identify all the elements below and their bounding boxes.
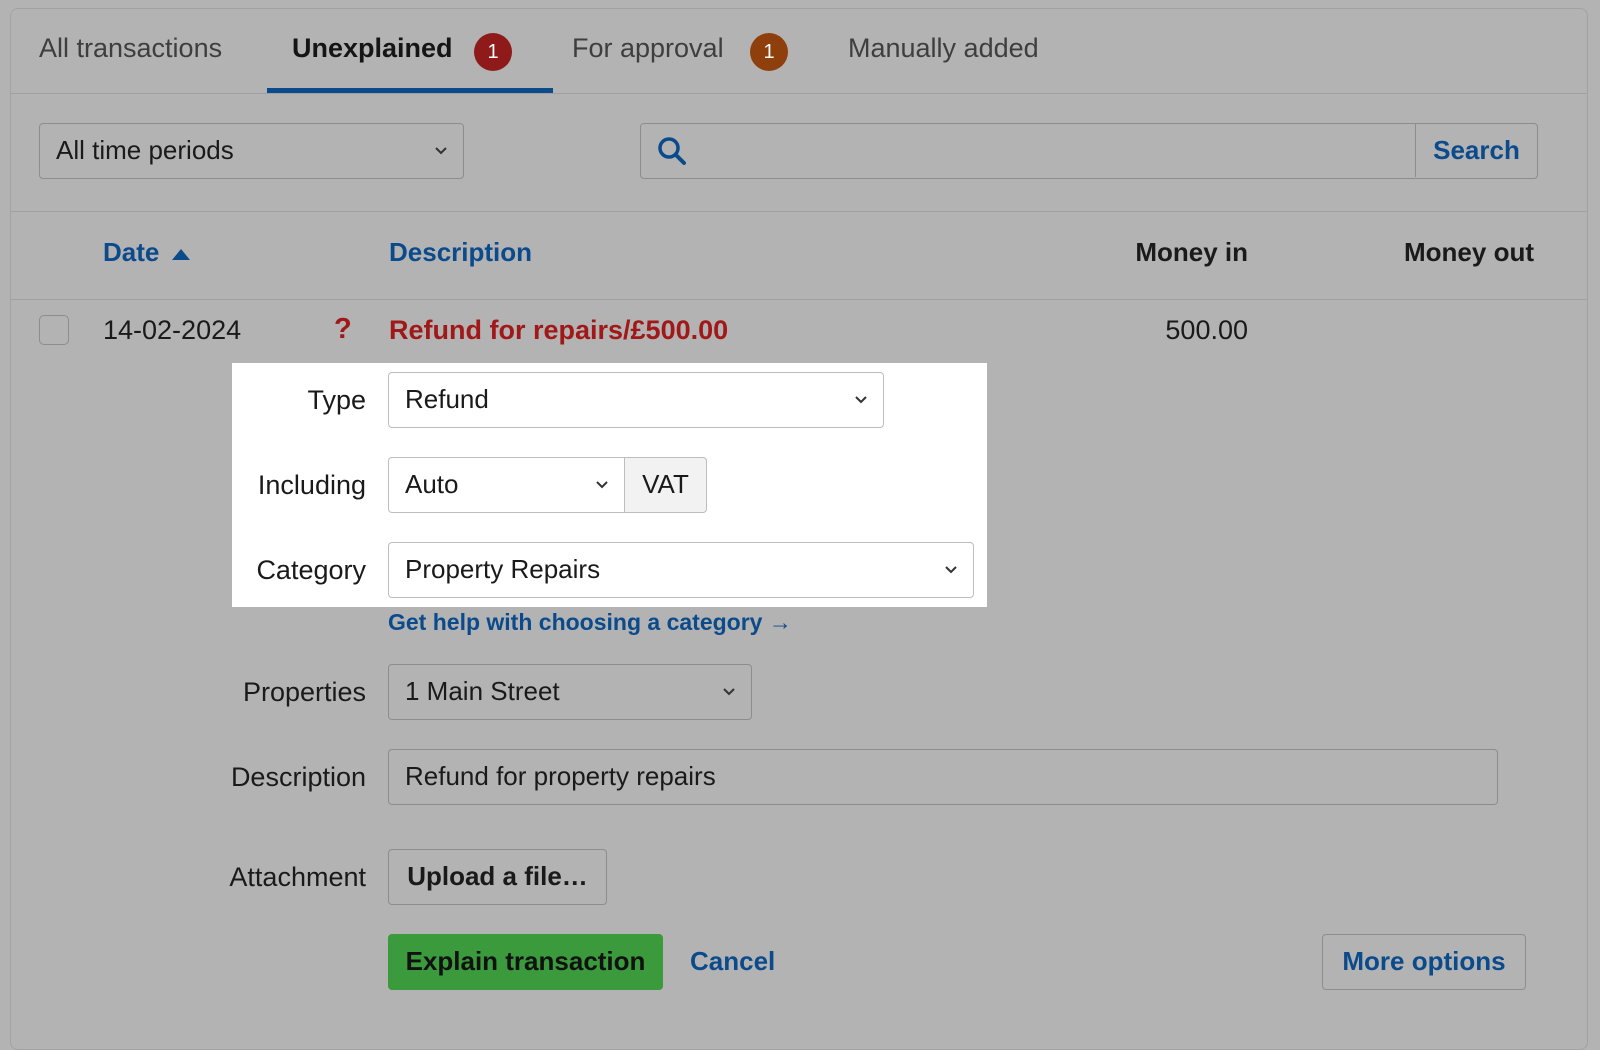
description-input-value: Refund for property repairs bbox=[405, 761, 716, 791]
sort-ascending-icon bbox=[171, 249, 190, 260]
time-period-value: All time periods bbox=[56, 135, 234, 165]
category-select[interactable]: Property Repairs bbox=[388, 542, 974, 598]
description-label: Description bbox=[230, 762, 366, 792]
upload-file-button[interactable]: Upload a file… bbox=[388, 849, 607, 905]
transaction-description[interactable]: Refund for repairs/£500.00 bbox=[389, 315, 728, 346]
chevron-down-icon bbox=[435, 147, 447, 155]
unexplained-count-badge: 1 bbox=[474, 33, 512, 71]
search-icon bbox=[658, 137, 686, 165]
chevron-down-icon bbox=[855, 396, 867, 404]
date-column-header[interactable]: Date bbox=[103, 237, 191, 268]
transactions-panel: All transactions Unexplained 1 For appro… bbox=[10, 8, 1588, 1050]
including-label: Including bbox=[257, 470, 366, 500]
search-field: Search bbox=[640, 123, 1538, 179]
search-button[interactable]: Search bbox=[1415, 124, 1537, 177]
filter-bar: All time periods Search bbox=[11, 93, 1587, 212]
row-checkbox[interactable] bbox=[39, 315, 69, 345]
tab-manually-added[interactable]: Manually added bbox=[848, 33, 1039, 64]
description-column-header[interactable]: Description bbox=[389, 237, 532, 268]
attachment-label: Attachment bbox=[229, 862, 366, 892]
category-label: Category bbox=[256, 555, 366, 585]
explain-transaction-button[interactable]: Explain transaction bbox=[388, 934, 663, 990]
unexplained-status-icon: ? bbox=[334, 313, 352, 345]
table-header: Date Description Money in Money out bbox=[11, 211, 1587, 300]
time-period-select[interactable]: All time periods bbox=[39, 123, 464, 179]
tab-unexplained[interactable]: Unexplained bbox=[292, 33, 453, 64]
type-select-value: Refund bbox=[405, 384, 489, 414]
category-help-link[interactable]: Get help with choosing a category → bbox=[388, 609, 792, 636]
properties-select[interactable]: 1 Main Street bbox=[388, 664, 752, 720]
tab-for-approval[interactable]: For approval bbox=[572, 33, 724, 64]
properties-label: Properties bbox=[242, 677, 366, 707]
including-select[interactable]: Auto bbox=[388, 457, 625, 513]
transaction-money-in: 500.00 bbox=[1165, 315, 1248, 345]
type-label: Type bbox=[307, 385, 366, 415]
for-approval-count-badge: 1 bbox=[750, 33, 788, 71]
chevron-down-icon bbox=[945, 566, 957, 574]
tab-all-transactions[interactable]: All transactions bbox=[39, 33, 222, 64]
more-options-button[interactable]: More options bbox=[1322, 934, 1526, 990]
cancel-link[interactable]: Cancel bbox=[690, 946, 775, 977]
category-select-value: Property Repairs bbox=[405, 554, 601, 584]
date-column-label: Date bbox=[103, 237, 160, 267]
type-select[interactable]: Refund bbox=[388, 372, 884, 428]
money-out-column-header: Money out bbox=[1404, 237, 1534, 267]
description-input[interactable]: Refund for property repairs bbox=[388, 749, 1498, 805]
vat-addon: VAT bbox=[624, 457, 707, 513]
transaction-date: 14-02-2024 bbox=[103, 315, 242, 345]
tab-bar: All transactions Unexplained 1 For appro… bbox=[11, 9, 1587, 94]
properties-select-value: 1 Main Street bbox=[405, 676, 560, 706]
chevron-down-icon bbox=[596, 481, 608, 489]
including-select-value: Auto bbox=[405, 469, 459, 499]
chevron-down-icon bbox=[723, 688, 735, 696]
money-in-column-header: Money in bbox=[1135, 237, 1248, 267]
